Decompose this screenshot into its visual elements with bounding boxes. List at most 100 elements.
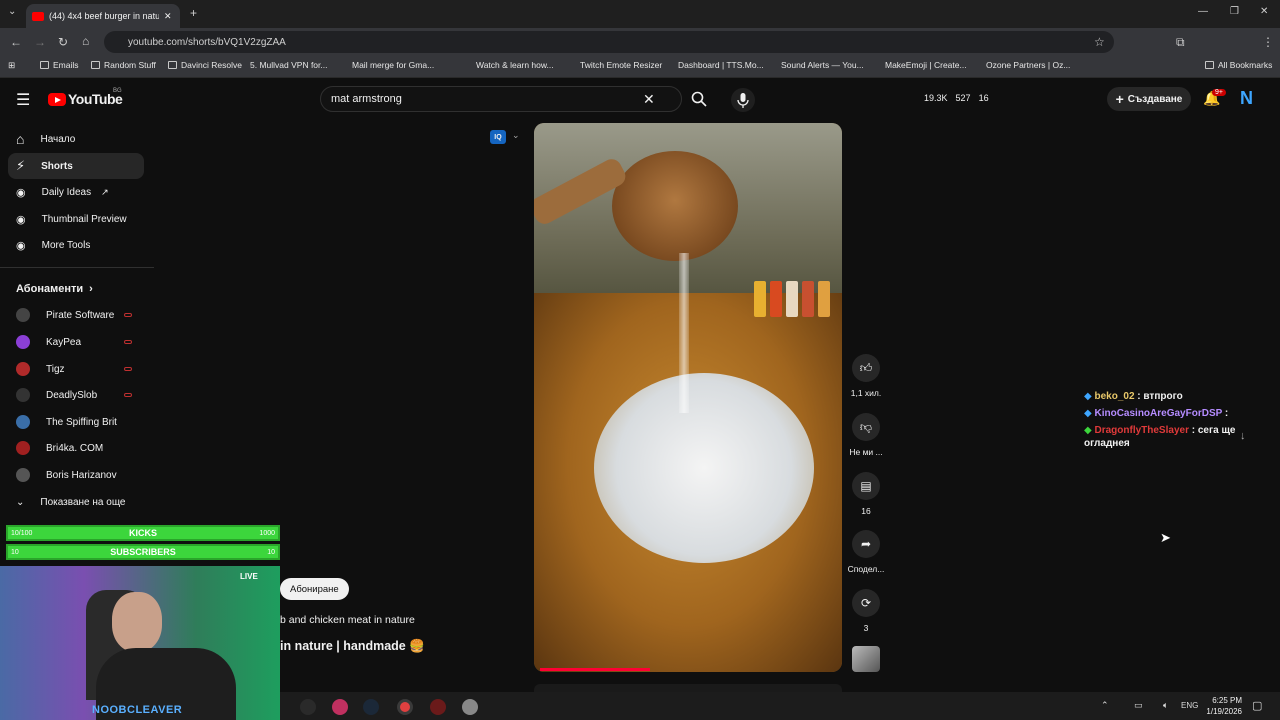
minimize-icon[interactable]: — (1198, 6, 1208, 17)
bookmark-item[interactable]: Sound Alerts — You... (781, 60, 864, 70)
subscriptions-header[interactable]: Абонаменти › (8, 276, 144, 302)
network-icon[interactable]: ▭ (1134, 700, 1143, 711)
new-tab-icon[interactable]: + (190, 6, 197, 20)
chat-text: : (1224, 408, 1229, 419)
dislike-button[interactable]: 👎︎ (852, 413, 880, 441)
bookmark-item[interactable]: Random Stuff (91, 60, 156, 70)
home-icon: ⌂ (16, 131, 25, 147)
browser-tab[interactable]: (44) 4x4 beef burger in natu ✕ (26, 4, 180, 28)
sidebar-item-more-tools[interactable]: ◉ More Tools (8, 232, 144, 258)
bookmark-star-icon[interactable]: ☆ (1094, 35, 1105, 49)
language-indicator[interactable]: ENG (1181, 701, 1198, 710)
stream-chat-overlay: ◆ beko_02 : втпрого ◆ KinoCasinoAreGayFo… (1084, 390, 1264, 454)
notification-center-icon[interactable]: ▢ (1252, 699, 1262, 712)
share-label: Сподел... (847, 564, 885, 574)
back-icon[interactable]: ← (10, 35, 22, 49)
chat-message: ◆ DragonflyTheSlayer : сега ще огладнея (1084, 424, 1264, 450)
comment-count: 16 (861, 506, 871, 516)
bookmark-item[interactable]: Mail merge for Gma... (352, 60, 434, 70)
like-count: 1,1 хил. (850, 388, 882, 398)
create-button[interactable]: + Създаване (1107, 87, 1191, 111)
forward-icon[interactable]: → (34, 35, 46, 49)
audio-thumbnail[interactable] (852, 646, 880, 672)
home-icon[interactable]: ⌂ (82, 34, 89, 48)
all-bookmarks[interactable]: All Bookmarks (1205, 60, 1272, 70)
thumbs-up-icon: 👍︎ (859, 360, 873, 375)
volume-icon[interactable]: 🔈︎ (1163, 700, 1168, 711)
tray-chevron-icon[interactable]: ⌃ (1101, 700, 1109, 711)
subscription-item[interactable]: Boris Harizanov (8, 462, 144, 488)
comments-button[interactable]: ▤ (852, 472, 880, 500)
chevron-down-icon: ⌄ (16, 496, 25, 508)
remix-button[interactable]: ⟳ (852, 589, 880, 617)
live-indicator-icon (124, 367, 132, 371)
address-bar[interactable]: youtube.com/shorts/bVQ1V2zgZAA (104, 31, 1114, 53)
youtube-favicon-icon (32, 11, 44, 21)
channel-avatar (16, 415, 30, 429)
search-button[interactable] (682, 86, 716, 112)
bookmark-item[interactable]: 5. Mullvad VPN for... (250, 60, 327, 70)
taskbar-app-icon[interactable] (462, 699, 478, 715)
sidebar-item-daily-ideas[interactable]: ◉ Daily Ideas ↗ (8, 179, 144, 205)
taskbar-app-icon[interactable] (300, 699, 316, 715)
bookmark-item[interactable]: Dashboard | TTS.Mo... (678, 60, 764, 70)
folder-icon (1205, 61, 1214, 69)
reload-icon[interactable]: ↻ (58, 35, 68, 49)
kicks-goal-bar: 10/100 KICKS 1000 (6, 525, 280, 541)
subscription-item[interactable]: Bri4ka. COM (8, 435, 144, 461)
bookmark-item[interactable]: Watch & learn how... (476, 60, 554, 70)
menu-kebab-icon[interactable]: ⋮ (1262, 35, 1274, 49)
share-button[interactable]: ➦ (852, 530, 880, 558)
bookmark-item[interactable]: Davinci Resolve (168, 60, 242, 70)
remix-count: 3 (863, 623, 869, 633)
taskbar-app-icon[interactable] (430, 699, 446, 715)
badge-icon: ◆ (1084, 408, 1092, 419)
video-progress-bar[interactable] (540, 668, 650, 671)
bookmark-item[interactable]: Emails (40, 60, 79, 70)
bookmark-item[interactable]: MakeEmoji | Create... (885, 60, 967, 70)
subs-stat: 527 (955, 93, 971, 103)
system-clock[interactable]: 6:25 PM 1/19/2026 (1200, 695, 1242, 717)
voice-search-button[interactable] (731, 88, 755, 112)
badge-icon: ◆ (1084, 425, 1092, 436)
vidiq-badge-icon[interactable]: IQ (490, 130, 506, 144)
chrome-icon[interactable] (397, 699, 413, 715)
tab-search-icon[interactable]: ⌄ (8, 6, 16, 17)
clear-search-icon[interactable]: ✕ (643, 91, 655, 108)
hamburger-menu-icon[interactable]: ☰ (16, 90, 30, 110)
chat-message: ◆ beko_02 : втпрого (1084, 390, 1264, 403)
videos-stat: 16 (978, 93, 989, 103)
tab-title: (44) 4x4 beef burger in natu (49, 11, 159, 21)
tab-strip: ⌄ (44) 4x4 beef burger in natu ✕ + — ❐ ✕ (0, 0, 1280, 28)
subscription-item[interactable]: The Spiffing Brit (8, 409, 144, 435)
mouse-cursor-icon: ➤ (1160, 530, 1171, 545)
folder-icon (91, 61, 100, 69)
show-more-button[interactable]: ⌄ Показване на още (8, 489, 144, 515)
extensions-icon[interactable]: ⧉ (1176, 35, 1185, 50)
scroll-down-icon[interactable]: ↓ (1240, 430, 1246, 442)
sidebar-item-shorts[interactable]: ⚡ Shorts (8, 153, 144, 179)
water-stream (679, 253, 689, 413)
comment-icon: ▤ (860, 479, 872, 493)
youtube-logo-icon[interactable] (48, 93, 66, 106)
subscribe-button[interactable]: Абониране (280, 578, 349, 600)
chevron-down-icon[interactable]: ⌄ (512, 130, 520, 141)
bookmark-item[interactable]: Ozone Partners | Oz... (986, 60, 1070, 70)
taskbar-app-icon[interactable] (332, 699, 348, 715)
folder-icon (40, 61, 49, 69)
tab-close-icon[interactable]: ✕ (164, 11, 172, 22)
sidebar-divider (0, 267, 154, 268)
short-title[interactable]: in nature | handmade 🍔 (280, 639, 425, 654)
apps-icon[interactable]: ⊞ (8, 60, 15, 71)
maximize-icon[interactable]: ❐ (1230, 6, 1239, 17)
chat-message: ◆ KinoCasinoAreGayForDSP : (1084, 407, 1264, 420)
short-video-player[interactable] (534, 123, 842, 672)
avatar[interactable]: N (1240, 88, 1253, 109)
steam-icon[interactable] (363, 699, 379, 715)
bookmark-item[interactable]: Twitch Emote Resizer (580, 60, 662, 70)
close-window-icon[interactable]: ✕ (1260, 6, 1268, 17)
sidebar-item-home[interactable]: ⌂ Начало (8, 126, 144, 152)
sidebar-item-thumbnail-preview[interactable]: ◉ Thumbnail Preview (8, 206, 144, 232)
like-button[interactable]: 👍︎ (852, 354, 880, 382)
search-input[interactable]: mat armstrong ✕ (320, 86, 682, 112)
